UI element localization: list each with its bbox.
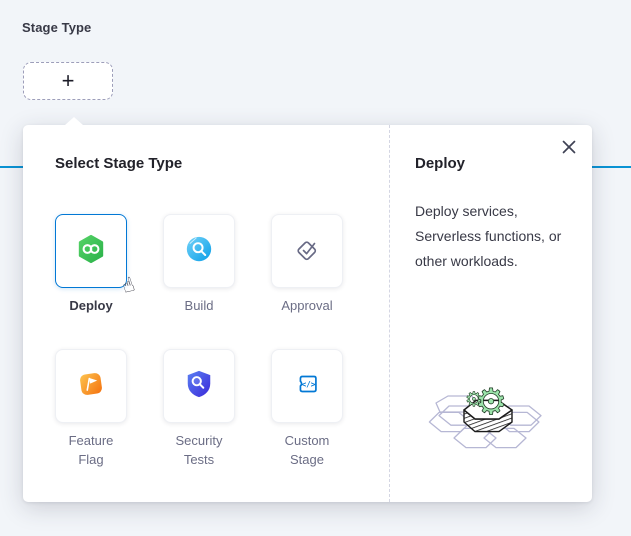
stage-card-deploy: ☝ Deploy [55,214,127,349]
select-stage-type-popover: Select Stage Type [23,125,592,502]
stage-type-label: Stage Type [22,20,91,35]
close-button[interactable] [556,135,582,161]
stage-card-build-button[interactable] [163,214,235,288]
stage-card-feature-flag: Feature Flag [55,349,127,484]
build-ci-icon [184,234,214,269]
large-gear-icon: ⚙ [475,382,507,423]
stage-card-security-tests: Security Tests [163,349,235,484]
deploy-cd-icon [76,234,106,269]
custom-stage-code-icon: </> [292,369,322,404]
stage-card-label: Security Tests [163,431,235,469]
stage-card-label: Custom Stage [271,431,343,469]
hand-cursor-icon: ☝ [118,272,137,299]
security-shield-icon [184,368,214,405]
stage-card-label: Approval [271,296,343,315]
detail-panel-description: Deploy services, Serverless functions, o… [415,199,577,274]
stage-card-approval-button[interactable] [271,214,343,288]
stage-type-grid: ☝ Deploy [55,214,343,484]
stage-card-build: Build [163,214,235,349]
approval-check-icon [291,233,323,270]
popover-divider [389,125,390,502]
code-glyph: </> [302,379,316,388]
detail-panel-title: Deploy [415,155,465,172]
stage-card-feature-flag-button[interactable] [55,349,127,423]
stage-card-label: Feature Flag [55,431,127,469]
add-stage-button[interactable]: + [23,62,113,100]
popover-title: Select Stage Type [55,155,182,172]
stage-card-security-tests-button[interactable] [163,349,235,423]
stage-card-deploy-button[interactable]: ☝ [55,214,127,288]
stage-card-custom-stage-button[interactable]: </> [271,349,343,423]
stage-card-custom-stage: </> Custom Stage [271,349,343,484]
pipeline-stage-canvas: Stage Type + Select Stage Type [0,0,631,536]
stage-card-approval: Approval [271,214,343,349]
plus-icon: + [62,70,75,92]
close-icon [561,139,577,158]
stage-card-label: Deploy [55,296,127,315]
stage-card-label: Build [163,296,235,315]
feature-flag-icon [76,369,106,404]
deploy-illustration: ⚙ ⚙ [416,366,561,452]
